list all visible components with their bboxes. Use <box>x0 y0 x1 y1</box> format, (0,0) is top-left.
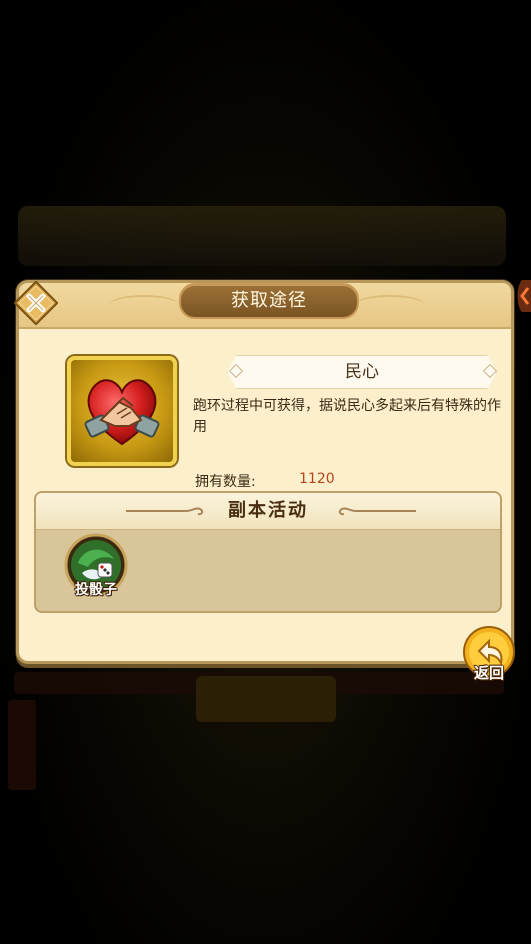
heart-handshake-icon <box>84 379 160 446</box>
item-description: 跑环过程中可获得，据说民心多起来后有特殊的作用 <box>193 398 501 435</box>
side-tab-icon[interactable] <box>512 280 531 312</box>
source-header: 副本活动 <box>36 493 500 530</box>
header-swirl-right-icon <box>338 507 416 516</box>
header-ornament-right <box>355 295 425 315</box>
close-icon[interactable] <box>14 281 58 325</box>
return-button-label[interactable]: 返回 <box>462 662 516 683</box>
item-name-plate: 民心 <box>227 355 497 389</box>
background-side-strip <box>8 700 36 790</box>
source-section-title: 副本活动 <box>228 500 308 521</box>
dialog-title: 获取途径 <box>179 283 359 319</box>
header-ornament-left <box>109 295 179 315</box>
background-button <box>196 676 336 722</box>
owned-count-label: 拥有数量: <box>195 474 256 490</box>
source-panel: 副本活动 投骰子 <box>34 491 502 613</box>
acquire-dialog: 获取途径 民心 跑环过程中可获得，据说民心多起来后有特殊的作用 拥有数量: 11… <box>16 280 514 664</box>
activity-label: 投骰子 <box>75 582 117 598</box>
item-icon-frame <box>67 356 177 466</box>
dialog-header: 获取途径 <box>19 283 511 329</box>
background-panel <box>18 206 506 266</box>
owned-count-value: 1120 <box>299 471 335 487</box>
